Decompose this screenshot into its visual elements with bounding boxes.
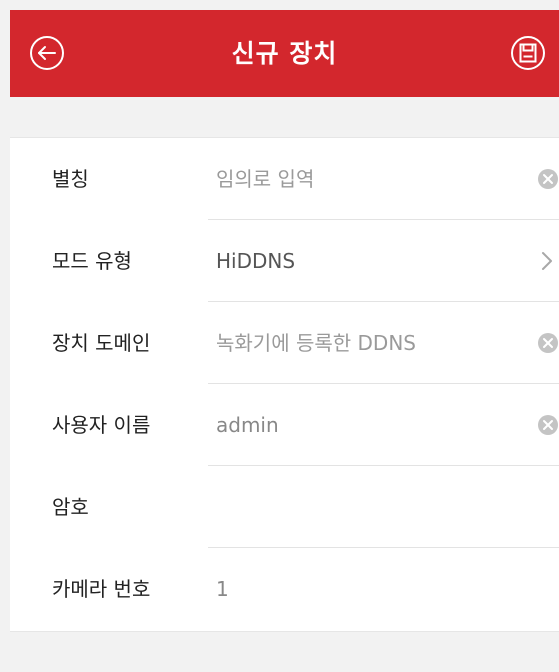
username-row: 사용자 이름 admin	[10, 384, 559, 466]
username-input[interactable]: admin	[216, 384, 516, 466]
camera-number-input[interactable]: 1	[216, 548, 516, 630]
alias-row: 별칭 임의로 입역	[10, 138, 559, 220]
alias-label: 별칭	[52, 167, 89, 191]
header-bar: 신규 장치	[10, 10, 559, 97]
password-row: 암호	[10, 466, 559, 548]
mode-type-row[interactable]: 모드 유형 HiDDNS	[10, 220, 559, 302]
alias-input[interactable]: 임의로 입역	[216, 138, 516, 220]
camera-number-label: 카메라 번호	[52, 577, 151, 601]
device-domain-row: 장치 도메인 녹화기에 등록한 DDNS	[10, 302, 559, 384]
device-domain-label: 장치 도메인	[52, 331, 151, 355]
clear-icon[interactable]	[537, 168, 559, 190]
mode-type-label: 모드 유형	[52, 249, 132, 273]
device-form: 별칭 임의로 입역 모드 유형 HiDDNS 장치 도메인 녹화기에 등록한 D…	[10, 137, 559, 632]
clear-icon[interactable]	[537, 332, 559, 354]
camera-number-row: 카메라 번호 1	[10, 548, 559, 630]
username-label: 사용자 이름	[52, 413, 151, 437]
password-label: 암호	[52, 495, 89, 519]
password-input[interactable]	[216, 466, 516, 548]
device-domain-input[interactable]: 녹화기에 등록한 DDNS	[216, 302, 516, 384]
app-frame: 신규 장치 별칭 임의로 입역 모드 유형 HiDDNS 장치 도메인 녹화기에…	[10, 10, 559, 672]
chevron-right-icon[interactable]	[538, 250, 556, 272]
mode-type-value[interactable]: HiDDNS	[216, 220, 516, 302]
page-title: 신규 장치	[231, 39, 338, 68]
clear-icon[interactable]	[537, 414, 559, 436]
save-icon[interactable]	[509, 34, 547, 72]
